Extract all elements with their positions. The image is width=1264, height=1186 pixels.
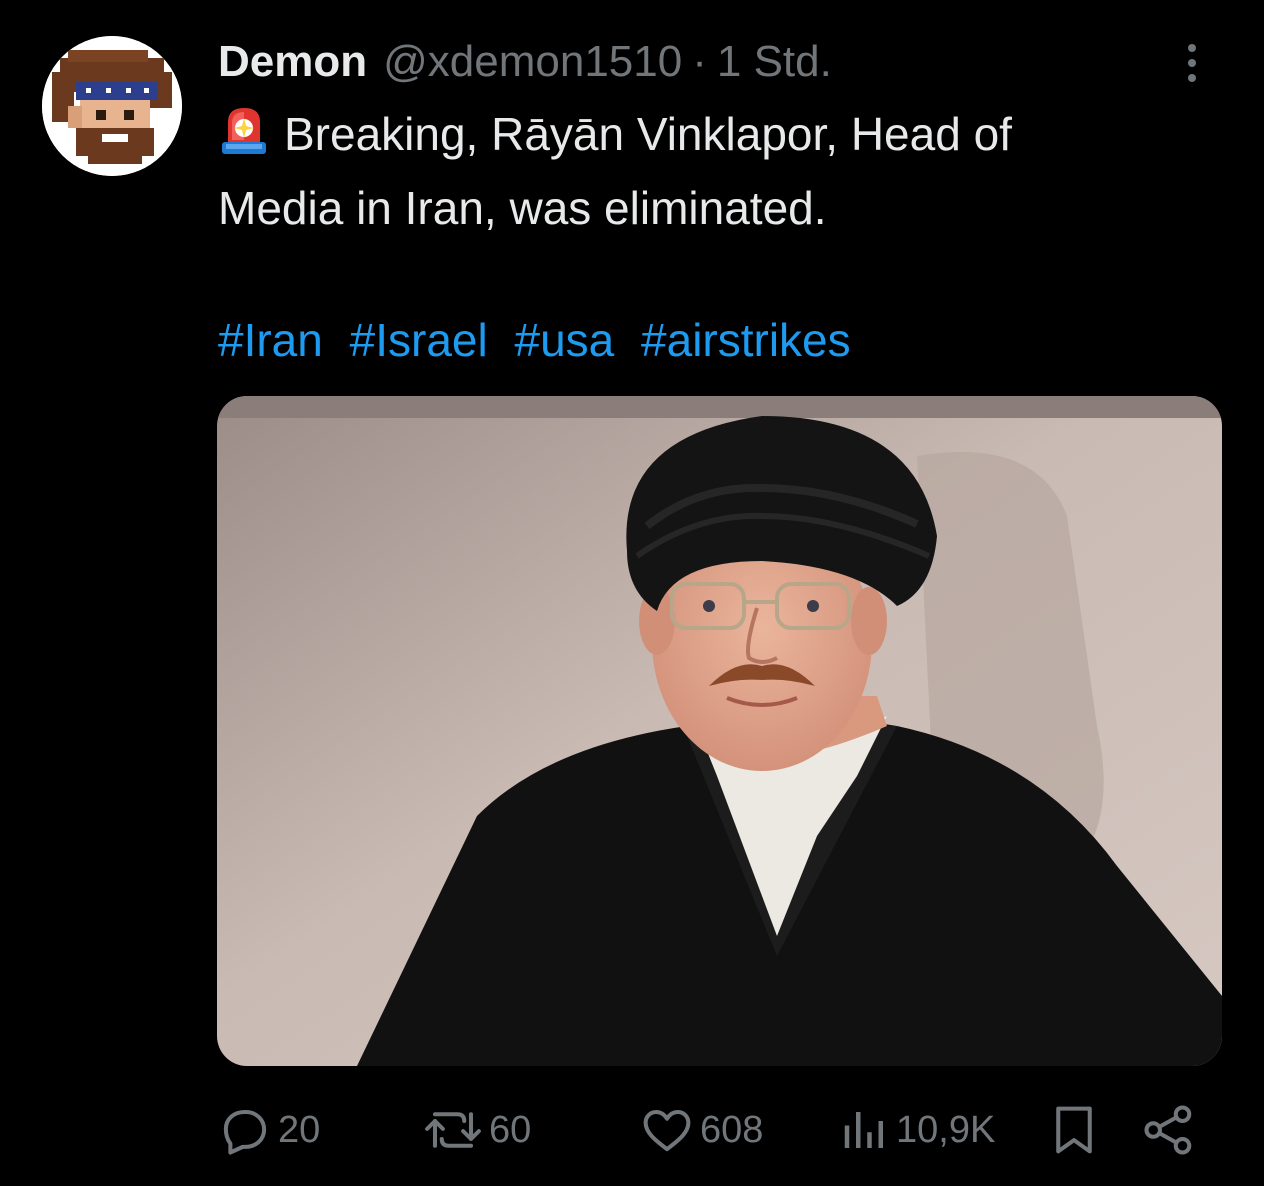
bookmark-button[interactable] bbox=[1050, 1100, 1098, 1160]
repost-button[interactable]: 60 bbox=[423, 1100, 531, 1160]
bookmark-icon bbox=[1056, 1106, 1092, 1154]
timestamp[interactable]: 1 Std. bbox=[717, 37, 832, 87]
police-siren-icon bbox=[218, 102, 270, 174]
like-count: 608 bbox=[700, 1108, 764, 1151]
portrait-photo bbox=[217, 396, 1222, 1066]
user-handle[interactable]: @xdemon1510 bbox=[383, 37, 682, 87]
share-icon bbox=[1144, 1105, 1192, 1155]
more-dot-icon bbox=[1188, 44, 1196, 52]
views-button[interactable]: 10,9K bbox=[840, 1100, 995, 1160]
share-button[interactable] bbox=[1142, 1100, 1196, 1160]
more-dot-icon bbox=[1188, 74, 1196, 82]
tweet-photo[interactable] bbox=[217, 396, 1222, 1066]
hashtag-israel[interactable]: #Israel bbox=[350, 314, 488, 366]
hashtag-list: #Iran #Israel #usa #airstrikes bbox=[218, 306, 865, 374]
view-count: 10,9K bbox=[896, 1108, 996, 1151]
pixel-art-pirate-avatar-icon bbox=[42, 36, 182, 176]
tweet-header: Demon @xdemon1510 · 1 Std. bbox=[218, 34, 832, 90]
hashtag-airstrikes[interactable]: #airstrikes bbox=[641, 314, 851, 366]
repost-icon bbox=[425, 1112, 481, 1148]
tweet-text-line-2: Media in Iran, was eliminated. bbox=[218, 182, 827, 234]
reply-button[interactable]: 20 bbox=[218, 1100, 320, 1160]
heart-icon bbox=[643, 1109, 691, 1152]
tweet-text-line-1: Breaking, Rāyān Vinklapor, Head of bbox=[218, 100, 1198, 174]
tweet-action-bar: 20 60 608 10,9K bbox=[218, 1100, 1198, 1160]
repost-count: 60 bbox=[489, 1108, 532, 1151]
avatar[interactable] bbox=[42, 36, 182, 176]
separator-dot: · bbox=[692, 37, 707, 86]
hashtag-usa[interactable]: #usa bbox=[515, 314, 615, 366]
more-dot-icon bbox=[1188, 59, 1196, 67]
reply-count: 20 bbox=[278, 1108, 321, 1151]
hashtag-iran[interactable]: #Iran bbox=[218, 314, 323, 366]
more-options-button[interactable] bbox=[1172, 38, 1212, 88]
reply-icon bbox=[223, 1109, 267, 1155]
display-name[interactable]: Demon bbox=[218, 37, 367, 87]
like-button[interactable]: 608 bbox=[640, 1100, 763, 1160]
views-chart-icon bbox=[844, 1112, 883, 1148]
tweet-text-line-1-content: Breaking, Rāyān Vinklapor, Head of bbox=[284, 108, 1012, 160]
tweet-text: Breaking, Rāyān Vinklapor, Head of Media… bbox=[218, 100, 1198, 242]
tweet: Demon @xdemon1510 · 1 Std. Breaking, Rāy… bbox=[0, 0, 1264, 1186]
